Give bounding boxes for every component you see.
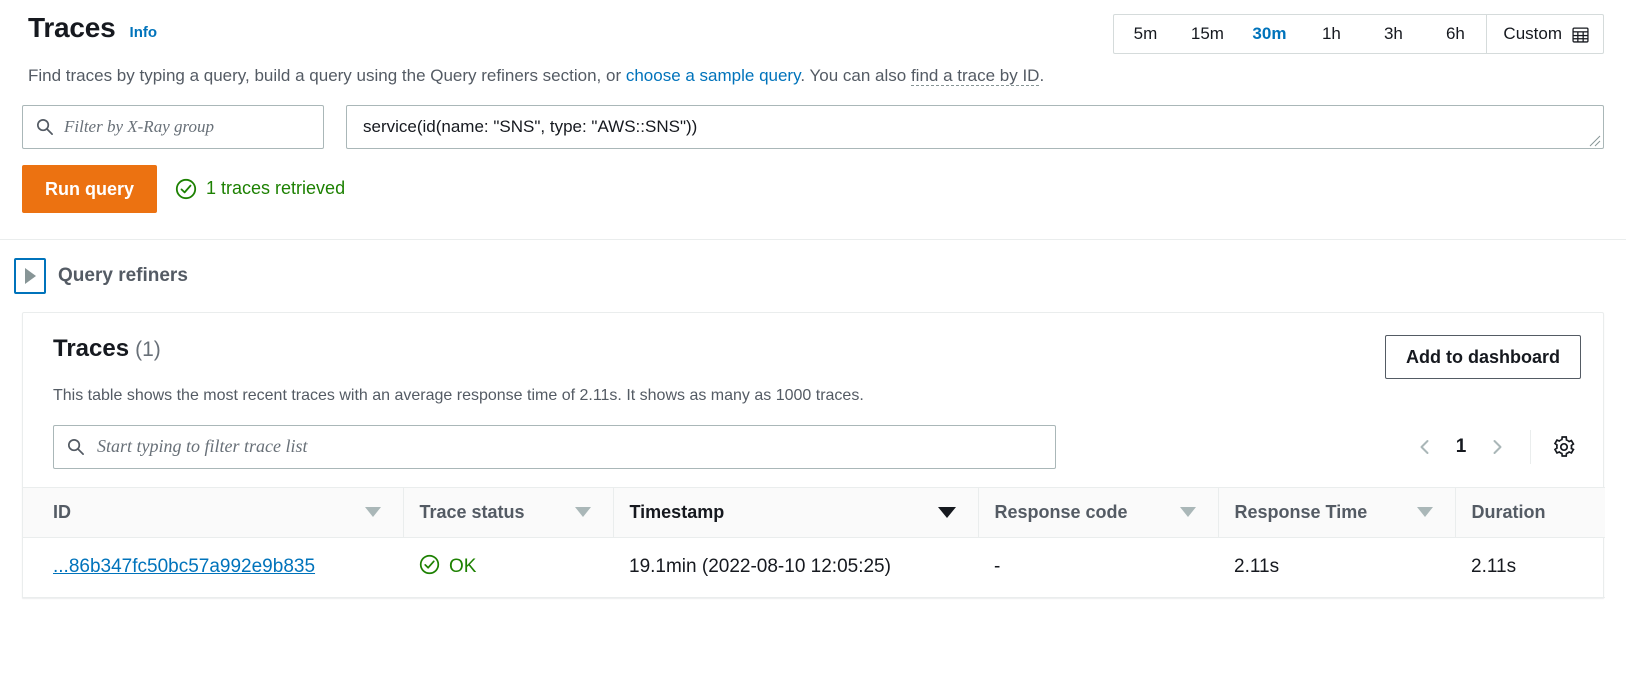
query-refiners-section: Query refiners bbox=[0, 240, 1626, 312]
traces-panel-header: Traces (1) Add to dashboard bbox=[23, 313, 1603, 379]
search-icon bbox=[35, 117, 54, 136]
column-label-trace-status: Trace status bbox=[420, 502, 525, 523]
sort-triangle-icon[interactable] bbox=[575, 507, 591, 517]
status-badge: OK bbox=[419, 554, 603, 581]
description-part-3: . bbox=[1039, 66, 1044, 85]
cell-response-code: - bbox=[978, 537, 1218, 597]
query-expression-value: service(id(name: "SNS", type: "AWS::SNS"… bbox=[363, 117, 697, 137]
query-expression-input[interactable]: service(id(name: "SNS", type: "AWS::SNS"… bbox=[346, 105, 1604, 149]
cell-duration: 2.11s bbox=[1455, 537, 1605, 597]
sort-triangle-active-icon[interactable] bbox=[938, 507, 956, 518]
info-link[interactable]: Info bbox=[130, 24, 158, 41]
resize-handle-icon[interactable] bbox=[1589, 134, 1601, 146]
sort-triangle-icon[interactable] bbox=[1417, 507, 1433, 517]
time-range-1h[interactable]: 1h bbox=[1300, 15, 1362, 53]
traces-table-body: ...86b347fc50bc57a992e9b835 OK bbox=[23, 537, 1605, 597]
trace-id-link[interactable]: ...86b347fc50bc57a992e9b835 bbox=[53, 556, 315, 577]
check-circle-icon bbox=[175, 178, 197, 200]
table-toolbar: Start typing to filter trace list 1 bbox=[23, 405, 1603, 487]
time-range-custom[interactable]: Custom bbox=[1487, 15, 1603, 53]
table-row[interactable]: ...86b347fc50bc57a992e9b835 OK bbox=[23, 537, 1605, 597]
description-part-2: . You can also bbox=[800, 66, 911, 85]
time-range-30m[interactable]: 30m bbox=[1238, 15, 1300, 53]
column-label-response-code: Response code bbox=[995, 502, 1128, 523]
chevron-right-icon[interactable] bbox=[1480, 430, 1514, 464]
calendar-icon bbox=[1572, 26, 1589, 43]
column-label-timestamp: Timestamp bbox=[630, 502, 725, 523]
cell-response-time: 2.11s bbox=[1218, 537, 1455, 597]
traces-panel-subtitle: This table shows the most recent traces … bbox=[23, 379, 1603, 405]
traces-table-header: ID Trace status Timestamp bbox=[23, 487, 1605, 537]
traces-panel-title: Traces bbox=[53, 335, 129, 362]
column-label-id: ID bbox=[53, 502, 71, 523]
pagination-page-1[interactable]: 1 bbox=[1448, 436, 1474, 458]
query-status: 1 traces retrieved bbox=[175, 178, 345, 200]
table-header-row: ID Trace status Timestamp bbox=[23, 487, 1605, 537]
divider bbox=[1530, 430, 1531, 464]
sample-query-link[interactable]: choose a sample query bbox=[626, 66, 801, 85]
page-description: Find traces by typing a query, build a q… bbox=[0, 54, 1626, 89]
query-status-text: 1 traces retrieved bbox=[206, 178, 345, 199]
page-header: Traces Info 5m 15m 30m 1h 3h 6h Custom bbox=[0, 0, 1626, 54]
find-trace-by-id-link[interactable]: find a trace by ID bbox=[911, 66, 1040, 86]
column-header-duration[interactable]: Duration bbox=[1455, 487, 1605, 537]
query-refiners-label: Query refiners bbox=[58, 265, 188, 287]
traces-panel-title-group: Traces (1) bbox=[53, 335, 161, 363]
cell-id: ...86b347fc50bc57a992e9b835 bbox=[23, 537, 403, 597]
cell-timestamp: 19.1min (2022-08-10 12:05:25) bbox=[613, 537, 978, 597]
column-header-response-code[interactable]: Response code bbox=[978, 487, 1218, 537]
gear-icon[interactable] bbox=[1547, 430, 1581, 464]
column-header-trace-status[interactable]: Trace status bbox=[403, 487, 613, 537]
trace-list-filter-input[interactable]: Start typing to filter trace list bbox=[53, 425, 1056, 469]
run-query-row: Run query 1 traces retrieved bbox=[0, 149, 1626, 213]
check-circle-icon bbox=[419, 554, 440, 581]
time-range-selector[interactable]: 5m 15m 30m 1h 3h 6h Custom bbox=[1113, 14, 1604, 54]
time-range-3h[interactable]: 3h bbox=[1362, 15, 1424, 53]
traces-table: ID Trace status Timestamp bbox=[23, 487, 1605, 598]
add-to-dashboard-button[interactable]: Add to dashboard bbox=[1385, 335, 1581, 379]
column-header-response-time[interactable]: Response Time bbox=[1218, 487, 1455, 537]
sort-triangle-icon[interactable] bbox=[1180, 507, 1196, 517]
column-header-id[interactable]: ID bbox=[23, 487, 403, 537]
query-refiners-toggle[interactable] bbox=[14, 258, 46, 294]
triangle-right-icon bbox=[25, 268, 36, 284]
query-row: Filter by X-Ray group service(id(name: "… bbox=[0, 89, 1626, 149]
traces-count: (1) bbox=[135, 338, 161, 361]
traces-page: Traces Info 5m 15m 30m 1h 3h 6h Custom bbox=[0, 0, 1626, 700]
trace-list-filter-placeholder: Start typing to filter trace list bbox=[97, 436, 308, 457]
chevron-left-icon[interactable] bbox=[1408, 430, 1442, 464]
description-part-1: Find traces by typing a query, build a q… bbox=[28, 66, 626, 85]
column-header-timestamp[interactable]: Timestamp bbox=[613, 487, 978, 537]
xray-group-filter[interactable]: Filter by X-Ray group bbox=[22, 105, 324, 149]
xray-group-filter-placeholder: Filter by X-Ray group bbox=[64, 117, 214, 137]
column-label-response-time: Response Time bbox=[1235, 502, 1368, 523]
page-title: Traces bbox=[28, 12, 116, 44]
traces-panel: Traces (1) Add to dashboard This table sh… bbox=[22, 312, 1604, 598]
time-range-6h[interactable]: 6h bbox=[1424, 15, 1486, 53]
time-range-5m[interactable]: 5m bbox=[1114, 15, 1176, 53]
trace-status-text: OK bbox=[449, 556, 476, 578]
time-range-15m[interactable]: 15m bbox=[1176, 15, 1238, 53]
title-group: Traces Info bbox=[28, 12, 157, 44]
time-range-custom-label: Custom bbox=[1503, 24, 1562, 44]
search-icon bbox=[66, 437, 85, 456]
run-query-button[interactable]: Run query bbox=[22, 165, 157, 213]
pagination: 1 bbox=[1408, 430, 1581, 464]
column-label-duration: Duration bbox=[1472, 502, 1546, 523]
sort-triangle-icon[interactable] bbox=[365, 507, 381, 517]
cell-trace-status: OK bbox=[403, 537, 613, 597]
